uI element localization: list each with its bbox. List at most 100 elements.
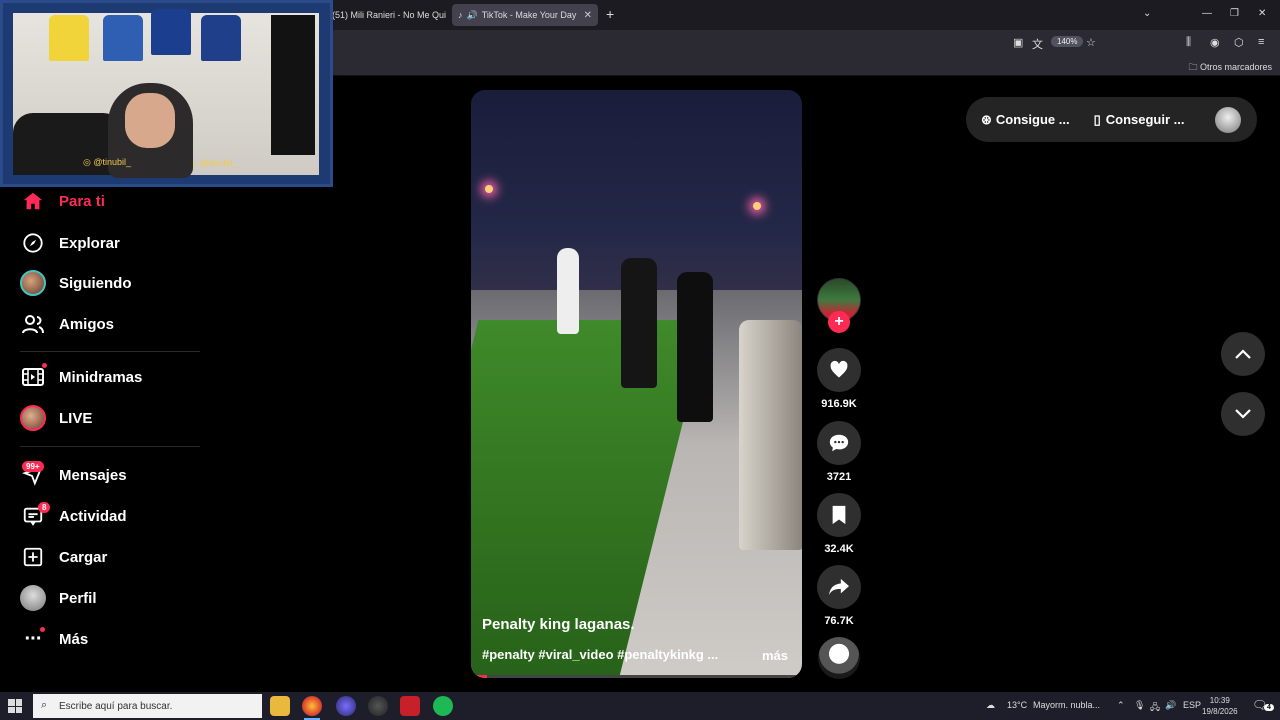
tiktok-handle: ♪ @tinubil_ bbox=[193, 158, 238, 168]
minimize-button[interactable]: — bbox=[1202, 8, 1212, 19]
other-bookmarks-label: Otros marcadores bbox=[1199, 62, 1272, 72]
tiktok-icon: ♪ bbox=[193, 158, 198, 168]
sidebar-item-siguiendo[interactable]: Siguiendo bbox=[20, 268, 132, 298]
like-button[interactable] bbox=[817, 348, 861, 392]
firefox-icon[interactable] bbox=[302, 696, 322, 720]
sidebar-item-minidramas[interactable]: Minidramas bbox=[20, 362, 142, 392]
weather-temp: 13°C bbox=[1007, 700, 1028, 710]
sidebar-item-label: Mensajes bbox=[59, 466, 127, 484]
bookmark-star-icon[interactable]: ☆ bbox=[1086, 36, 1096, 49]
menu-icon[interactable]: ≡ bbox=[1258, 36, 1264, 48]
speaker-icon[interactable]: 🔊 bbox=[467, 10, 478, 21]
sidebar-item-perfil[interactable]: Perfil bbox=[20, 583, 97, 613]
translate-icon[interactable]: 文 bbox=[1032, 36, 1043, 52]
jersey-image bbox=[49, 15, 89, 61]
get-app-label: Conseguir ... bbox=[1105, 112, 1185, 127]
tab-title: (51) Mili Ranieri - No Me Quie bbox=[332, 10, 446, 20]
obs-icon[interactable] bbox=[368, 696, 388, 716]
file-explorer-icon[interactable] bbox=[270, 696, 290, 716]
video-hashtags[interactable]: #penalty #viral_video #penaltykinkg ... bbox=[482, 647, 732, 662]
top-actions-pill: ⊛ Consigue ... ▯ Conseguir ... bbox=[966, 97, 1257, 142]
sidebar-item-label: Minidramas bbox=[59, 368, 143, 386]
library-icon[interactable]: ⫼ bbox=[1186, 36, 1191, 49]
sidebar-item-label: Explorar bbox=[59, 234, 120, 252]
music-disc[interactable] bbox=[818, 637, 860, 679]
new-content-dot bbox=[40, 627, 45, 632]
get-coins-button[interactable]: ⊛ Consigue ... bbox=[981, 112, 1070, 128]
video-progress-bar[interactable] bbox=[477, 675, 796, 678]
person-image bbox=[557, 248, 579, 334]
upload-icon bbox=[20, 544, 46, 570]
tab-title: TikTok - Make Your Day bbox=[481, 10, 577, 20]
phone-icon: ▯ bbox=[1093, 111, 1101, 127]
share-button[interactable] bbox=[817, 565, 861, 609]
person-image bbox=[739, 320, 802, 550]
sidebar-item-live[interactable]: LIVE bbox=[20, 403, 92, 433]
maximize-button[interactable]: ❐ bbox=[1230, 8, 1239, 19]
user-avatar[interactable] bbox=[1215, 106, 1241, 133]
app-icon[interactable] bbox=[400, 696, 420, 716]
account-icon[interactable]: ◉ bbox=[1210, 36, 1220, 49]
folder-icon: 🗀 bbox=[1188, 62, 1198, 72]
more-button[interactable]: más bbox=[762, 648, 788, 663]
like-count: 916.9K bbox=[821, 398, 857, 410]
person-image bbox=[621, 258, 657, 388]
sidebar-item-label: Perfil bbox=[59, 589, 97, 607]
other-bookmarks[interactable]: 🗀 Otros marcadores bbox=[1188, 60, 1272, 76]
sidebar-item-explorar[interactable]: Explorar bbox=[20, 228, 120, 258]
new-tab-button[interactable]: + bbox=[606, 6, 614, 22]
jersey-image bbox=[151, 9, 191, 55]
messages-badge: 99+ bbox=[22, 461, 44, 472]
sidebar-item-mas[interactable]: ··· Más bbox=[20, 624, 89, 654]
clock-date: 19/8/2026 bbox=[1202, 707, 1238, 716]
get-coins-label: Consigue ... bbox=[995, 112, 1070, 127]
sidebar-divider bbox=[20, 446, 200, 447]
compass-icon bbox=[20, 230, 46, 256]
sidebar-item-label: Siguiendo bbox=[59, 274, 132, 292]
close-window-button[interactable]: ✕ bbox=[1258, 8, 1266, 19]
next-video-button[interactable] bbox=[1221, 392, 1265, 436]
taskbar-search-input[interactable]: ⌕ Escribe aquí para buscar. bbox=[33, 694, 262, 718]
chevron-down-icon bbox=[1235, 409, 1251, 419]
coin-icon: ⊛ bbox=[981, 111, 992, 127]
save-button[interactable] bbox=[817, 493, 861, 537]
sidebar-item-cargar[interactable]: Cargar bbox=[20, 542, 107, 572]
tray-chevron-icon[interactable]: ⌃ bbox=[1117, 700, 1125, 711]
sidebar-item-amigos[interactable]: Amigos bbox=[20, 309, 114, 339]
home-icon bbox=[20, 188, 46, 214]
browser-tab-youtube[interactable]: (51) Mili Ranieri - No Me Quie ✕ bbox=[326, 4, 446, 26]
sidebar-item-label: LIVE bbox=[59, 409, 93, 427]
system-clock[interactable]: 10:39 19/8/2026 bbox=[1202, 695, 1238, 717]
browser-tab-tiktok[interactable]: ♪ 🔊 TikTok - Make Your Day ✕ bbox=[452, 4, 598, 26]
previous-video-button[interactable] bbox=[1221, 332, 1265, 376]
bookmark-icon bbox=[832, 505, 846, 525]
get-app-button[interactable]: ▯ Conseguir ... bbox=[1094, 112, 1185, 128]
spotify-icon[interactable] bbox=[433, 696, 453, 716]
live-avatar bbox=[20, 405, 46, 431]
weather-icon[interactable]: ☁ bbox=[986, 700, 995, 711]
comment-count: 3721 bbox=[826, 471, 852, 483]
video-player[interactable]: Penalty king laganas. #penalty #viral_vi… bbox=[471, 90, 802, 678]
sidebar-divider bbox=[20, 351, 200, 352]
reader-view-icon[interactable]: ▣ bbox=[1013, 36, 1023, 49]
streamer-face bbox=[125, 93, 175, 148]
language-indicator[interactable]: ESP bbox=[1183, 700, 1201, 710]
microphone-icon[interactable]: 🎙 bbox=[1134, 700, 1145, 711]
sidebar-item-actividad[interactable]: Actividad bbox=[20, 501, 127, 531]
discord-icon[interactable] bbox=[336, 696, 356, 716]
windows-taskbar: ⌕ Escribe aquí para buscar. ☁ 13°C Mayor… bbox=[0, 692, 1280, 720]
street-light bbox=[485, 185, 493, 193]
sidebar-item-label: Actividad bbox=[59, 507, 127, 525]
volume-icon[interactable]: 🔊 bbox=[1165, 700, 1176, 711]
jersey-image bbox=[201, 15, 241, 61]
network-icon[interactable]: 🖧 bbox=[1150, 700, 1160, 716]
clock-time: 10:39 bbox=[1209, 696, 1230, 705]
start-button[interactable] bbox=[8, 699, 22, 713]
extensions-icon[interactable]: ⬡ bbox=[1234, 36, 1244, 49]
comment-button[interactable] bbox=[817, 421, 861, 465]
tab-list-chevron-icon[interactable]: ⌄ bbox=[1143, 8, 1151, 19]
follow-button[interactable]: + bbox=[828, 311, 850, 333]
tab-close-icon[interactable]: ✕ bbox=[584, 10, 592, 21]
sidebar-item-para-ti[interactable]: Para ti bbox=[20, 186, 105, 216]
zoom-indicator[interactable]: 140% bbox=[1051, 36, 1084, 47]
